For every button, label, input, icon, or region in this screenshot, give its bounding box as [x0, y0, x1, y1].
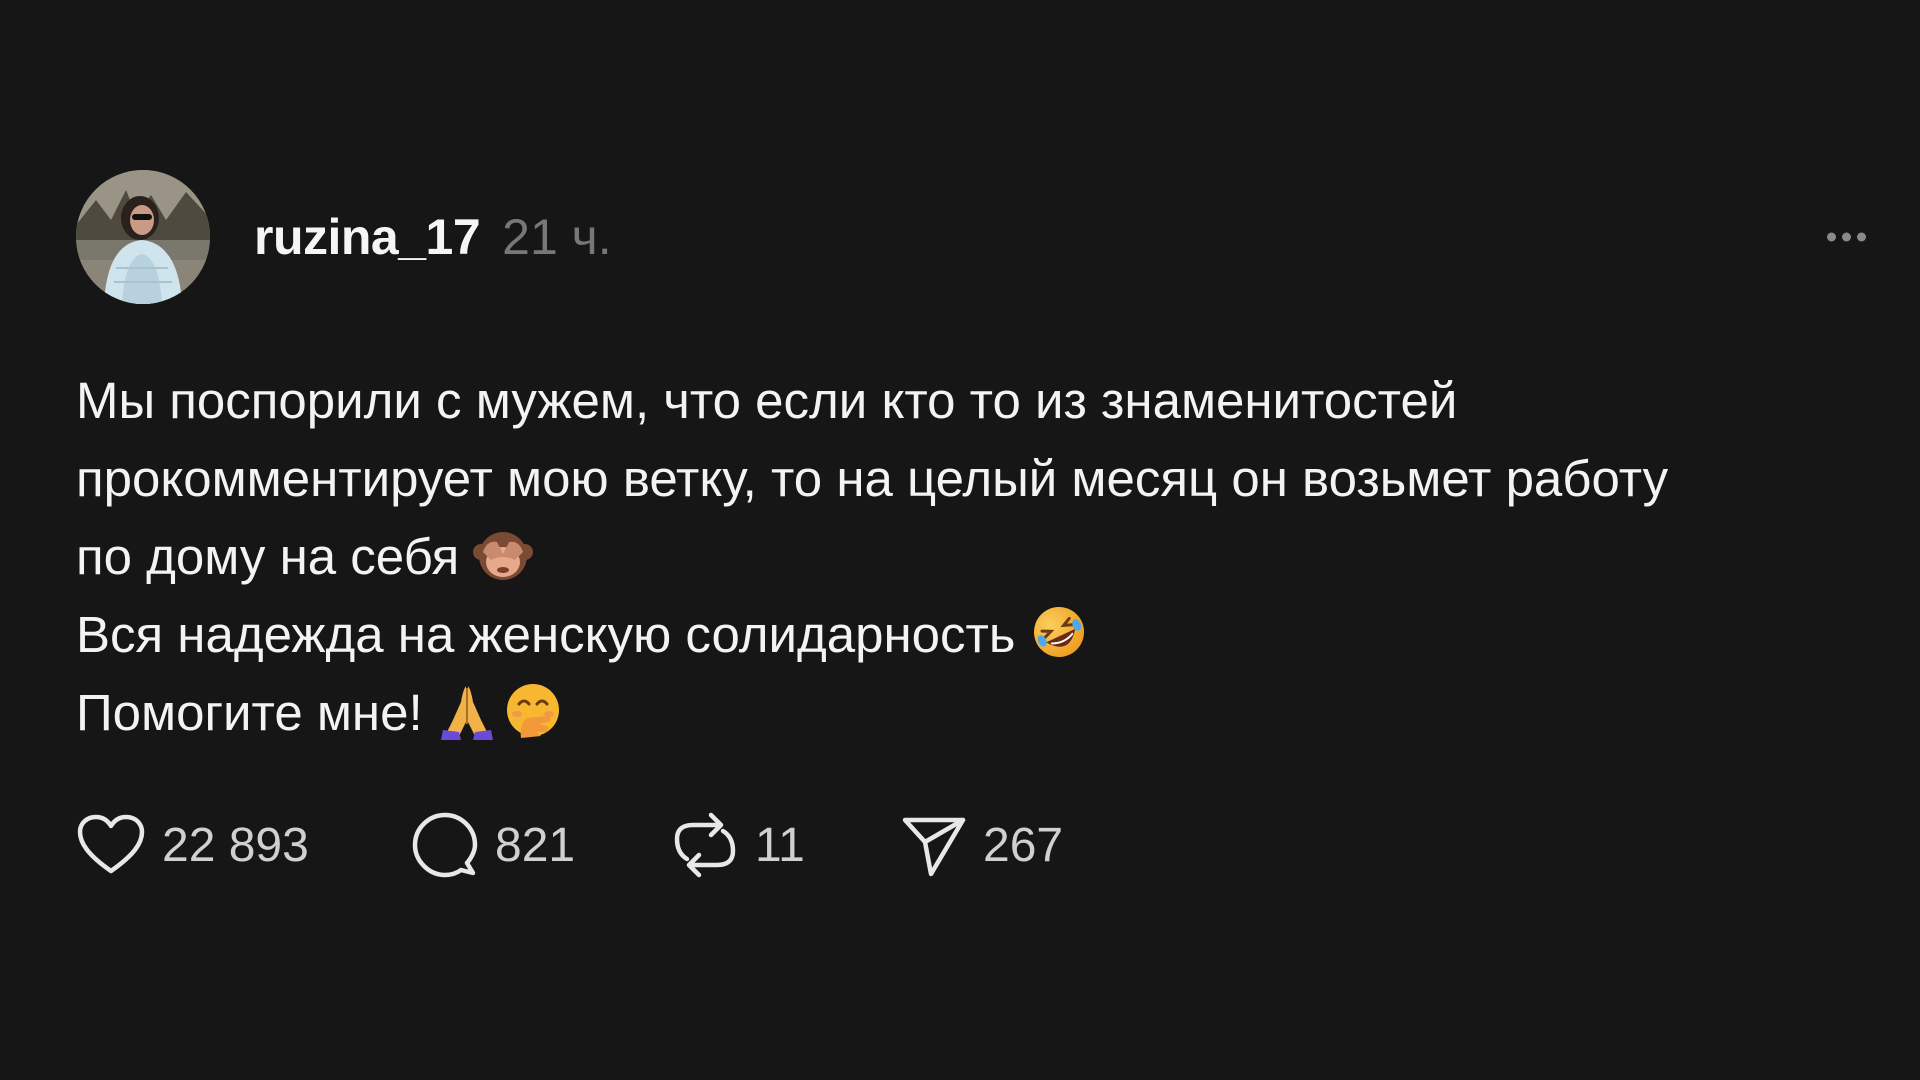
like-count: 22 893 [162, 818, 309, 872]
more-dot [1857, 232, 1866, 242]
text-line-3: по дому на себя [76, 528, 460, 585]
text-line-4: Вся надежда на женскую солидарность [76, 606, 1016, 663]
more-dot [1842, 232, 1851, 242]
share-count: 267 [983, 818, 1064, 872]
reply-button[interactable]: 821 [411, 811, 671, 879]
text-line: Помогите мне! [76, 674, 1866, 752]
username[interactable]: ruzina_17 [254, 208, 481, 266]
see-no-evil-monkey-icon [473, 532, 534, 580]
text-line: Мы поспорили с мужем, что если кто то из… [76, 362, 1866, 440]
text-line: по дому на себя [76, 518, 1866, 596]
text-line: Вся надежда на женскую солидарность [76, 596, 1866, 674]
thread-post: ruzina_17 21 ч. Мы поспорили с мужем, чт… [76, 170, 1866, 880]
avatar[interactable] [76, 170, 210, 304]
more-options-button[interactable] [1827, 223, 1866, 252]
text-line-1: Мы поспорили с мужем, что если кто то из… [76, 372, 1458, 429]
text-line: прокомментирует мою ветку, то на целый м… [76, 440, 1866, 518]
share-button[interactable]: 267 [901, 812, 1063, 878]
hand-over-mouth-icon [506, 684, 559, 738]
post-header: ruzina_17 21 ч. [76, 170, 1866, 304]
rolling-laughing-icon [1034, 607, 1085, 657]
post-actions: 22 893 821 11 267 [76, 810, 1866, 880]
repost-icon [674, 812, 736, 878]
text-line-2: прокомментирует мою ветку, то на целый м… [76, 450, 1669, 507]
post-time: 21 ч. [502, 209, 612, 265]
send-icon [902, 817, 966, 877]
reply-count: 821 [495, 818, 576, 872]
avatar-photo [76, 170, 210, 304]
repost-count: 11 [755, 818, 805, 872]
post-text: Мы поспорили с мужем, что если кто то из… [76, 362, 1866, 752]
comment-icon [412, 812, 478, 878]
repost-button[interactable]: 11 [671, 809, 901, 881]
folded-hands-icon [440, 686, 493, 740]
text-line-5: Помогите мне! [76, 684, 423, 741]
like-button[interactable]: 22 893 [76, 813, 411, 877]
more-dot [1827, 232, 1836, 242]
heart-icon [77, 814, 145, 874]
